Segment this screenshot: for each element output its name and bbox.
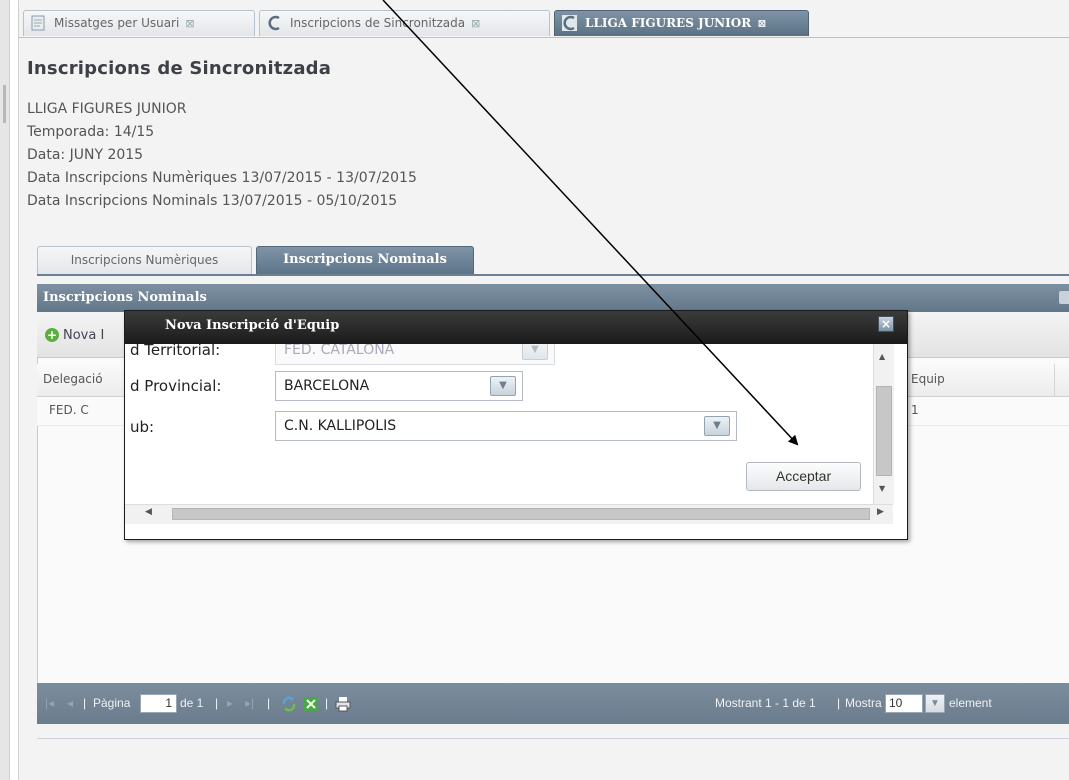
competition-name: LLIGA FIGURES JUNIOR (27, 101, 187, 117)
tab-label: LLIGA FIGURES JUNIOR (585, 16, 752, 30)
close-icon[interactable]: ⊠ (185, 17, 194, 30)
panel-tool-icon[interactable] (1059, 291, 1069, 304)
cell-delegacio: FED. C (49, 403, 89, 417)
next-page-icon[interactable]: ▸ (227, 683, 233, 724)
column-header-equip[interactable]: Equip (905, 364, 1055, 396)
close-icon[interactable]: × (878, 316, 894, 332)
separator: | (325, 696, 329, 710)
add-button-label: Nova I (63, 328, 105, 343)
chevron-down-icon: ▼ (522, 344, 548, 360)
panel-title: Inscripcions Nominals (43, 290, 207, 305)
provincial-value: BARCELONA (284, 378, 370, 394)
accept-button[interactable]: Acceptar (746, 462, 861, 491)
dialog-header: Nova Inscripció d'Equip × (125, 311, 907, 344)
dialog-title: Nova Inscripció d'Equip (165, 318, 340, 333)
scroll-right-icon[interactable]: ▶ (877, 507, 884, 517)
provincial-combo[interactable]: BARCELONA ▼ (275, 371, 523, 401)
document-icon (31, 15, 45, 31)
scroll-down-icon[interactable]: ▼ (879, 484, 885, 493)
left-edge-strip (0, 0, 10, 780)
last-page-icon[interactable]: ▸| (245, 683, 254, 724)
print-icon[interactable] (335, 696, 351, 712)
date-text: Data: JUNY 2015 (27, 147, 144, 163)
club-label: ub: (130, 418, 155, 436)
club-value: C.N. KALLIPOLIS (284, 418, 397, 434)
chevron-down-icon[interactable]: ▼ (704, 416, 730, 436)
paging-status: Mostrant 1 - 1 de 1 (715, 696, 816, 710)
separator: | (837, 696, 841, 710)
page-size-input[interactable]: 10 (885, 694, 923, 713)
territorial-value: FED. CATALONA (284, 344, 395, 358)
numeric-registration-dates: Data Inscripcions Numèriques 13/07/2015 … (27, 170, 417, 186)
tab-label: Missatges per Usuari (54, 16, 180, 30)
season-text: Temporada: 14/15 (27, 124, 155, 140)
tab-inscripcions-numeriques[interactable]: Inscripcions Numèriques (37, 246, 252, 274)
page-count-label: de 1 (180, 696, 204, 710)
vertical-scrollbar[interactable]: ▲ ▼ (873, 344, 894, 504)
c-logo-icon (268, 15, 280, 31)
tab-lliga-figures-junior[interactable]: LLIGA FIGURES JUNIOR ⊠ (554, 10, 809, 36)
c-logo-icon (562, 15, 577, 31)
page-number-input[interactable]: 1 (140, 694, 177, 713)
page-label: Pàgina (93, 696, 131, 710)
separator: | (215, 696, 219, 710)
scroll-left-icon[interactable]: ◀ (145, 507, 152, 517)
add-registration-button[interactable]: + Nova I (45, 328, 104, 343)
chevron-down-icon[interactable]: ▼ (490, 376, 516, 396)
close-icon[interactable]: ⊠ (757, 17, 766, 30)
refresh-icon[interactable] (281, 696, 297, 712)
club-combo[interactable]: C.N. KALLIPOLIS ▼ (275, 411, 737, 441)
paging-toolbar: |◂ ◂ | Pàgina 1 de 1 | ▸ ▸| | | Mostrant… (37, 683, 1069, 724)
panel-header: Inscripcions Nominals (37, 284, 1069, 312)
first-page-icon[interactable]: |◂ (45, 683, 54, 724)
scroll-corner (893, 504, 907, 523)
scroll-thumb[interactable] (876, 386, 892, 476)
excel-icon[interactable] (303, 696, 319, 712)
nominal-registration-dates: Data Inscripcions Nominals 13/07/2015 - … (27, 193, 398, 209)
provincial-label: d Provincial: (130, 377, 222, 395)
prev-page-icon[interactable]: ◂ (67, 683, 73, 724)
separator: | (83, 696, 87, 710)
tab-label: Inscripcions de Sincronitzada (290, 16, 466, 30)
tab-inscripcions-sincronitzada[interactable]: Inscripcions de Sincronitzada ⊠ (259, 10, 550, 36)
chevron-down-icon[interactable]: ▼ (925, 694, 945, 713)
splitter-handle[interactable] (3, 85, 6, 123)
territorial-combo: FED. CATALONA ▼ (275, 344, 555, 365)
scroll-thumb[interactable] (172, 508, 870, 520)
page-size-label: Mostra (845, 696, 882, 710)
elements-label: element (949, 696, 992, 710)
tab-missatges-per-usuari[interactable]: Missatges per Usuari ⊠ (23, 10, 255, 36)
top-tab-bar: Missatges per Usuari ⊠ Inscripcions de Si… (18, 6, 1069, 38)
horizontal-scrollbar[interactable]: ◀ ▶ (125, 504, 893, 524)
territorial-label: d Territorial: (130, 344, 221, 359)
separator: | (267, 696, 271, 710)
cell-equip: 1 (911, 403, 919, 417)
tab-inscripcions-nominals[interactable]: Inscripcions Nominals (256, 246, 474, 274)
divider (37, 738, 1069, 739)
page-title: Inscripcions de Sincronitzada (27, 58, 332, 79)
column-divider (1054, 364, 1055, 396)
close-icon[interactable]: ⊠ (471, 17, 480, 30)
subtab-bar: Inscripcions Numèriques Inscripcions Nom… (37, 243, 1069, 276)
plus-circle-icon: + (45, 328, 59, 342)
new-team-registration-dialog: Nova Inscripció d'Equip × d Territorial:… (124, 310, 908, 540)
scroll-up-icon[interactable]: ▲ (879, 352, 885, 361)
